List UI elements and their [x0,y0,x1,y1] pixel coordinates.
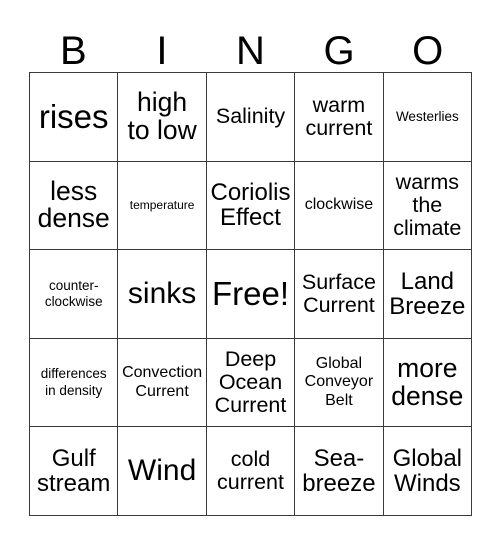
bingo-cell-label: Wind [127,453,197,487]
bingo-cell-label: sinks [127,276,197,310]
bingo-header-letter-i: I [156,29,168,73]
bingo-cell-label: Coriolis Effect [210,178,291,232]
bingo-cell-label: clockwise [304,196,374,214]
bingo-cell[interactable]: Global Winds [383,427,473,516]
bingo-cell[interactable]: temperature [118,161,207,251]
bingo-cell[interactable]: warm current [295,73,384,162]
bingo-cell[interactable]: Global Conveyor Belt [295,338,384,428]
bingo-header-letter-b: B [59,29,87,73]
bingo-cell-label: Gulf stream [37,444,111,498]
bingo-cell-label: Westerlies [395,108,459,124]
bingo-cell[interactable]: Convection Current [118,338,207,428]
bingo-cell-label: rises [38,98,109,136]
bingo-cell-label: Land Breeze [389,267,466,320]
bingo-cell-label: Deep Ocean Current [214,346,287,418]
bingo-cell-label: more dense [391,353,464,411]
bingo-cell[interactable]: less dense [30,161,119,251]
bingo-cell-label: warm current [305,92,373,140]
bingo-cell[interactable]: clockwise [295,161,384,251]
bingo-cell[interactable]: Coriolis Effect [206,161,296,251]
bingo-header-letter-n: N [236,29,265,73]
bingo-cell[interactable]: more dense [383,338,473,428]
bingo-header-row: B I N G O [29,14,472,72]
bingo-row: rises high to low Salinity warm current … [30,73,473,162]
bingo-row: counter- clockwise sinks Free! Surface C… [30,250,473,339]
bingo-cell-label: Salinity [215,104,286,129]
bingo-cell-label: differences in density [40,366,107,398]
bingo-cell-label: Convection Current [122,364,203,400]
bingo-cell-label: temperature [129,198,195,213]
bingo-cell[interactable]: sinks [118,250,207,339]
bingo-cell[interactable]: cold current [206,427,296,516]
bingo-cell[interactable]: counter- clockwise [30,250,119,339]
bingo-cell[interactable]: Salinity [206,73,296,162]
bingo-row: differences in density Convection Curren… [30,338,473,428]
bingo-cell[interactable]: Surface Current [295,250,384,339]
bingo-card: B I N G O rises high to low Salinity war… [29,14,473,516]
bingo-cell-label: counter- clockwise [44,277,103,309]
bingo-cell[interactable]: differences in density [30,338,119,428]
bingo-grid: rises high to low Salinity warm current … [29,72,473,516]
bingo-cell[interactable]: Sea- breeze [295,427,384,516]
bingo-cell-free-space[interactable]: Free! [206,250,296,339]
bingo-cell-label: Sea- breeze [302,444,376,498]
bingo-cell-label: cold current [217,446,284,495]
bingo-cell[interactable]: Deep Ocean Current [206,338,296,428]
bingo-cell[interactable]: Land Breeze [383,250,473,339]
bingo-cell-label: less dense [37,175,110,234]
bingo-header-letter-o: O [412,29,444,73]
bingo-cell[interactable]: warms the climate [383,161,473,251]
bingo-cell-label: high to low [127,87,197,145]
bingo-row: Gulf stream Wind cold current Sea- breez… [30,427,473,516]
bingo-cell-label: Free! [212,275,290,313]
bingo-cell[interactable]: Westerlies [383,73,473,162]
bingo-cell[interactable]: high to low [118,73,207,162]
bingo-cell-label: Surface Current [301,269,376,317]
bingo-row: less dense temperature Coriolis Effect c… [30,161,473,251]
bingo-header-letter-g: G [323,29,355,73]
bingo-cell[interactable]: rises [30,73,119,162]
bingo-cell[interactable]: Wind [118,427,207,516]
bingo-cell-label: Global Conveyor Belt [304,355,374,409]
bingo-cell-label: Global Winds [392,444,463,498]
bingo-cell[interactable]: Gulf stream [30,427,119,516]
bingo-cell-label: warms the climate [393,169,462,240]
